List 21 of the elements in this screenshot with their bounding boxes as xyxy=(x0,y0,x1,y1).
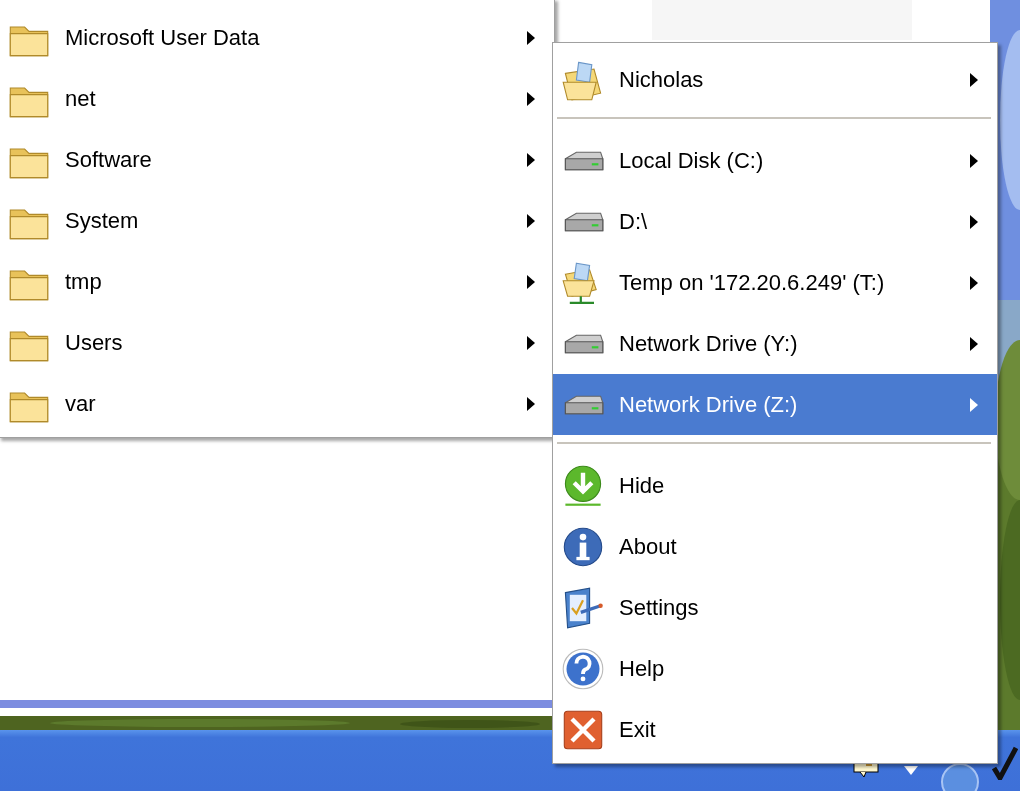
menu-item[interactable]: System xyxy=(0,190,554,251)
menu-item[interactable]: Local Disk (C:) xyxy=(553,130,997,191)
menu-item[interactable]: Users xyxy=(0,312,554,373)
menu-item[interactable]: Nicholas xyxy=(553,49,997,110)
menu-item[interactable]: Hide xyxy=(553,455,997,516)
menu-item[interactable]: Help xyxy=(553,638,997,699)
menu-item[interactable]: Settings xyxy=(553,577,997,638)
menu-item[interactable]: Microsoft User Data xyxy=(0,7,554,68)
menu-item[interactable]: Software xyxy=(0,129,554,190)
menu-item[interactable]: net xyxy=(0,68,554,129)
menu-item[interactable]: Temp on '172.20.6.249' (T:) xyxy=(553,252,997,313)
menu-item[interactable]: tmp xyxy=(0,251,554,312)
menu-item[interactable]: Exit xyxy=(553,699,997,760)
menu-item[interactable]: Network Drive (Y:) xyxy=(553,313,997,374)
menu-item[interactable]: Network Drive (Z:) xyxy=(553,374,997,435)
caret-icon[interactable] xyxy=(904,766,918,775)
check-icon[interactable] xyxy=(992,746,1018,780)
menu-item[interactable]: D:\ xyxy=(553,191,997,252)
menu-item[interactable]: About xyxy=(553,516,997,577)
help-icon xyxy=(561,646,605,691)
menu-item[interactable]: var xyxy=(0,373,554,434)
